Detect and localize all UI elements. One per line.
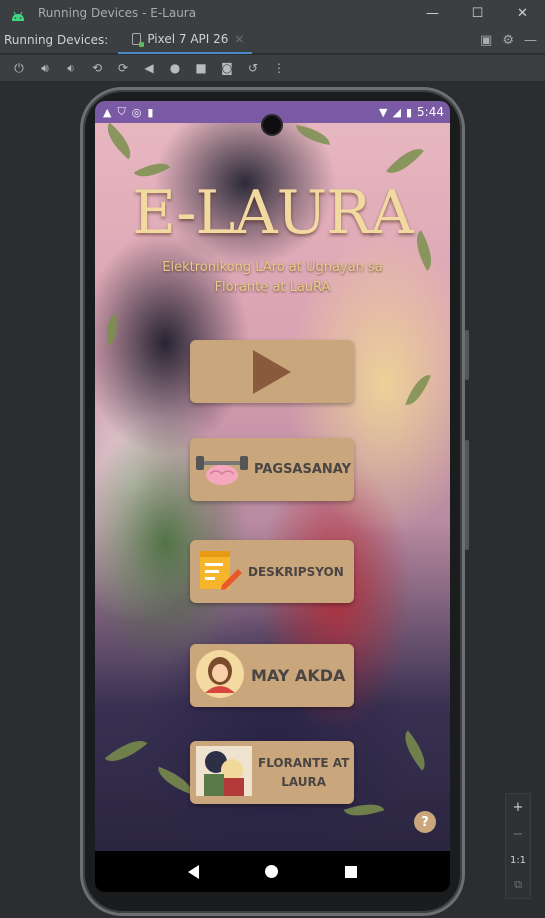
- running-devices-label: Running Devices:: [4, 32, 109, 47]
- florante-label-line-2: LAURA: [281, 774, 327, 789]
- close-window-button[interactable]: ✕: [500, 0, 545, 26]
- leaf-decoration: [102, 313, 122, 346]
- florante-laura-thumbnail: [196, 745, 252, 800]
- more-options-icon[interactable]: ⋮: [266, 55, 292, 81]
- window-title-bar: Running Devices - E-Laura — ☐ ✕: [0, 0, 545, 26]
- front-camera: [261, 114, 283, 136]
- may-akda-button[interactable]: MAY AKDA: [190, 644, 354, 707]
- play-button[interactable]: [190, 340, 354, 403]
- window-title: Running Devices - E-Laura: [38, 6, 197, 20]
- app-background: E-LAURA Elektronikong LAro at Ugnayan sa…: [95, 123, 450, 851]
- may-akda-label: MAY AKDA: [251, 666, 346, 685]
- shield-icon: ⛉: [117, 105, 126, 118]
- zoom-panel: + − 1:1 ⧉: [505, 793, 531, 899]
- camera-icon[interactable]: ◙: [214, 55, 240, 81]
- help-button[interactable]: ?: [414, 811, 436, 833]
- close-tab-icon[interactable]: ×: [234, 32, 244, 46]
- pagsasanay-label: PAGSASANAY: [254, 462, 352, 477]
- app-logo: E-LAURA: [132, 178, 413, 248]
- battery-icon: ▮: [405, 105, 413, 119]
- deskripsyon-label: DESKRIPSYON: [248, 564, 344, 579]
- zoom-in-button[interactable]: +: [513, 800, 524, 815]
- notepad-pencil-icon: [198, 547, 244, 597]
- history-icon[interactable]: ↺: [240, 55, 266, 81]
- actual-size-button[interactable]: 1:1: [510, 855, 526, 866]
- florante-at-laura-button[interactable]: FLORANTE AT LAURA: [190, 741, 354, 804]
- app-subtitle: Elektronikong LAro at Ugnayan sa Florant…: [115, 258, 430, 298]
- home-icon[interactable]: ●: [162, 55, 188, 81]
- tab-label: Pixel 7 API 26: [147, 31, 229, 46]
- tab-pixel-7[interactable]: Pixel 7 API 26 ×: [118, 26, 253, 54]
- nav-recents-icon[interactable]: [344, 865, 357, 878]
- tab-bar: Running Devices: Pixel 7 API 26 × ▣ ⚙ —: [0, 26, 545, 54]
- sync-icon: ◎: [131, 105, 142, 119]
- brain-dumbbell-icon: [194, 448, 250, 492]
- layout-icon[interactable]: ▣: [480, 33, 492, 48]
- back-icon[interactable]: ◀: [136, 55, 162, 81]
- device-icon: [132, 32, 145, 47]
- leaf-decoration: [104, 731, 148, 771]
- leaf-decoration: [396, 730, 434, 771]
- warning-icon: ▲: [103, 105, 112, 119]
- leaf-decoration: [386, 140, 424, 182]
- subtitle-line-2: Florante at LauRA: [214, 280, 331, 295]
- florante-label-line-1: FLORANTE AT: [258, 755, 350, 770]
- deskripsyon-button[interactable]: DESKRIPSYON: [190, 540, 354, 603]
- gear-icon[interactable]: ⚙: [502, 33, 514, 48]
- android-nav-bar: [95, 851, 450, 892]
- nav-back-icon[interactable]: [188, 864, 200, 879]
- power-icon[interactable]: ⏻: [6, 55, 32, 81]
- rotate-left-icon[interactable]: ⟲: [84, 55, 110, 81]
- pagsasanay-button[interactable]: PAGSASANAY: [190, 438, 354, 501]
- nav-home-icon[interactable]: [265, 865, 279, 878]
- leaf-decoration: [294, 124, 332, 146]
- volume-down-icon[interactable]: 🔉︎: [58, 55, 84, 81]
- florante-label: FLORANTE AT LAURA: [258, 754, 349, 792]
- zoom-out-button[interactable]: −: [513, 827, 524, 842]
- phone-screen[interactable]: ▲ ⛉ ◎ ▮ ▼ ◢ ▮ 5:44 E-LAURA Elektronikong…: [95, 101, 450, 892]
- clock: 5:44: [417, 105, 444, 119]
- overview-icon[interactable]: ■: [188, 55, 214, 81]
- minimize-panel-icon[interactable]: —: [524, 33, 537, 48]
- volume-up-icon[interactable]: 🔊︎: [32, 55, 58, 81]
- device-toolbar: ⏻ 🔊︎ 🔉︎ ⟲ ⟳ ◀ ● ■ ◙ ↺ ⋮: [0, 55, 545, 81]
- fit-screen-icon[interactable]: ⧉: [514, 878, 522, 892]
- phone-side-button: [465, 330, 469, 380]
- subtitle-line-1: Elektronikong LAro at Ugnayan sa: [162, 260, 383, 275]
- android-icon: [11, 7, 25, 21]
- leaf-decoration: [405, 370, 431, 410]
- maximize-button[interactable]: ☐: [455, 0, 500, 26]
- wifi-icon: ▼: [379, 105, 388, 119]
- signal-icon: ◢: [392, 105, 401, 119]
- rotate-right-icon[interactable]: ⟳: [110, 55, 136, 81]
- minimize-button[interactable]: —: [410, 0, 455, 26]
- play-icon: [253, 349, 291, 394]
- author-avatar-icon: [195, 649, 245, 703]
- phone-volume-button: [465, 440, 469, 550]
- leaf-decoration: [99, 123, 139, 160]
- sd-card-icon: ▮: [147, 105, 154, 119]
